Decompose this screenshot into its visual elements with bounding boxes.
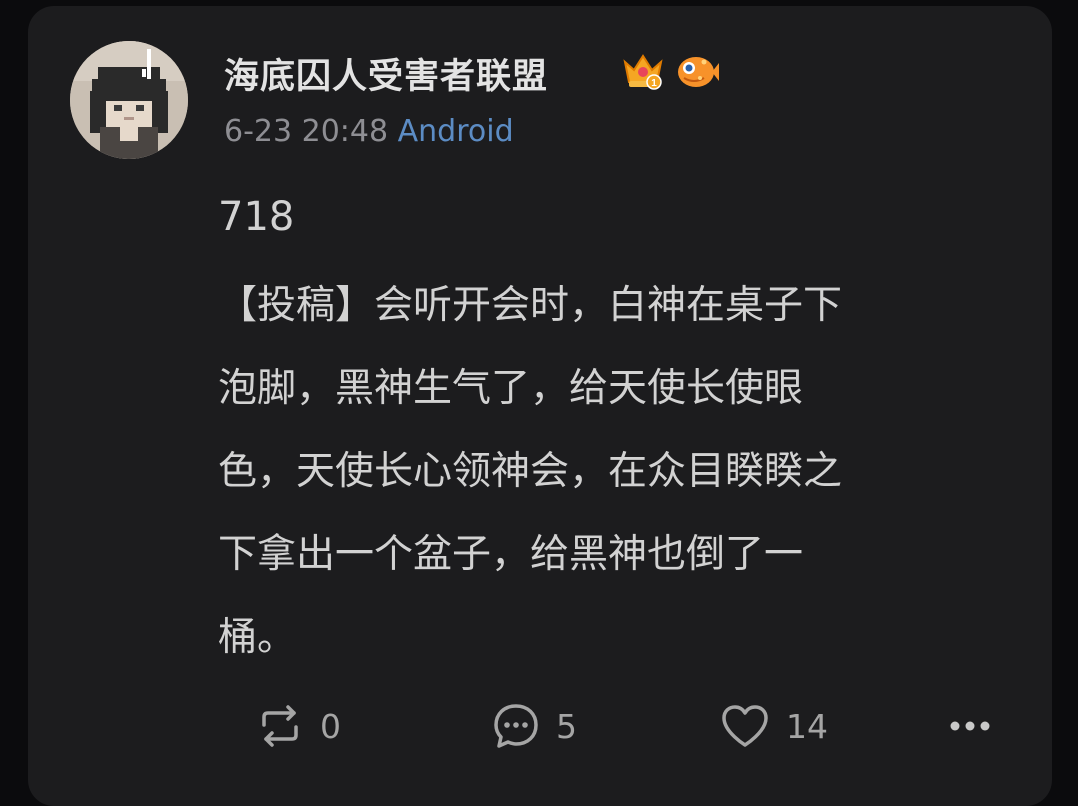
repost-icon [262,705,298,747]
comment-icon [494,704,538,748]
post-body-line: 色，天使长心领神会，在众目睽睽之 [218,449,843,494]
comment-count: 5 [556,706,577,746]
crown-badge-icon[interactable]: 1 [620,48,666,94]
post-body-line: 【投稿】会听开会时，白神在桌子下 [218,283,843,328]
repost-button[interactable]: 0 [256,696,341,756]
post-body-line: 桶。 [218,615,297,660]
avatar[interactable] [70,41,188,159]
post-body-line: 下拿出一个盆子，给黑神也倒了一 [218,532,804,577]
repost-count: 0 [320,706,341,746]
like-button[interactable]: 14 [720,696,828,756]
avatar-image [70,41,188,159]
timestamp: 6-23 20:48 [224,114,389,149]
like-count: 14 [786,706,828,746]
heart-icon [722,705,768,747]
more-options-button[interactable] [948,696,992,756]
post-card[interactable]: 海底囚人受害者联盟 1 6-23 20:48 Android 718 【投稿】会… [28,6,1052,806]
username[interactable]: 海底囚人受害者联盟 [224,48,548,99]
post-meta: 6-23 20:48 Android [224,114,514,149]
post-number: 718 [218,194,295,240]
comment-button[interactable]: 5 [492,696,577,756]
svg-text:1: 1 [651,78,657,89]
post-body-line: 泡脚，黑神生气了，给天使长使眼 [218,366,804,411]
more-icon [950,721,990,731]
post-body: 【投稿】会听开会时，白神在桌子下 泡脚，黑神生气了，给天使长使眼 色，天使长心领… [218,264,1008,679]
action-bar: 0 5 14 [28,696,1052,756]
device-label[interactable]: Android [398,114,514,149]
fish-badge-icon[interactable] [674,48,720,94]
